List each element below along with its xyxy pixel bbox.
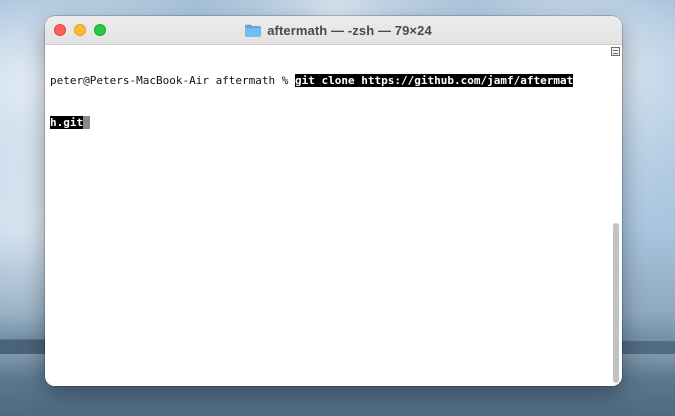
selected-command-text[interactable]: git clone https://github.com/jamf/afterm… [295, 74, 574, 87]
terminal-content[interactable]: peter@Peters-MacBook-Air aftermath % git… [45, 45, 622, 386]
scrollbar-thumb[interactable] [613, 223, 619, 383]
terminal-line: peter@Peters-MacBook-Air aftermath % git… [50, 74, 603, 88]
terminal-window[interactable]: aftermath — -zsh — 79×24 peter@Peters-Ma… [45, 16, 622, 386]
shell-prompt: peter@Peters-MacBook-Air aftermath % [50, 74, 296, 87]
window-title-group: aftermath — -zsh — 79×24 [45, 16, 622, 44]
desktop: { "window": { "title": "aftermath — -zsh… [0, 0, 675, 416]
terminal-output[interactable]: peter@Peters-MacBook-Air aftermath % git… [50, 46, 603, 158]
folder-icon [245, 24, 261, 37]
window-title: aftermath — -zsh — 79×24 [267, 22, 432, 38]
selected-command-text-wrap[interactable]: h.git [50, 116, 84, 129]
terminal-line: h.git [50, 116, 603, 130]
window-titlebar[interactable]: aftermath — -zsh — 79×24 [45, 16, 622, 45]
scrollbar-track[interactable] [611, 63, 620, 384]
scroll-marker-icon[interactable] [611, 47, 620, 56]
text-cursor [83, 116, 90, 129]
